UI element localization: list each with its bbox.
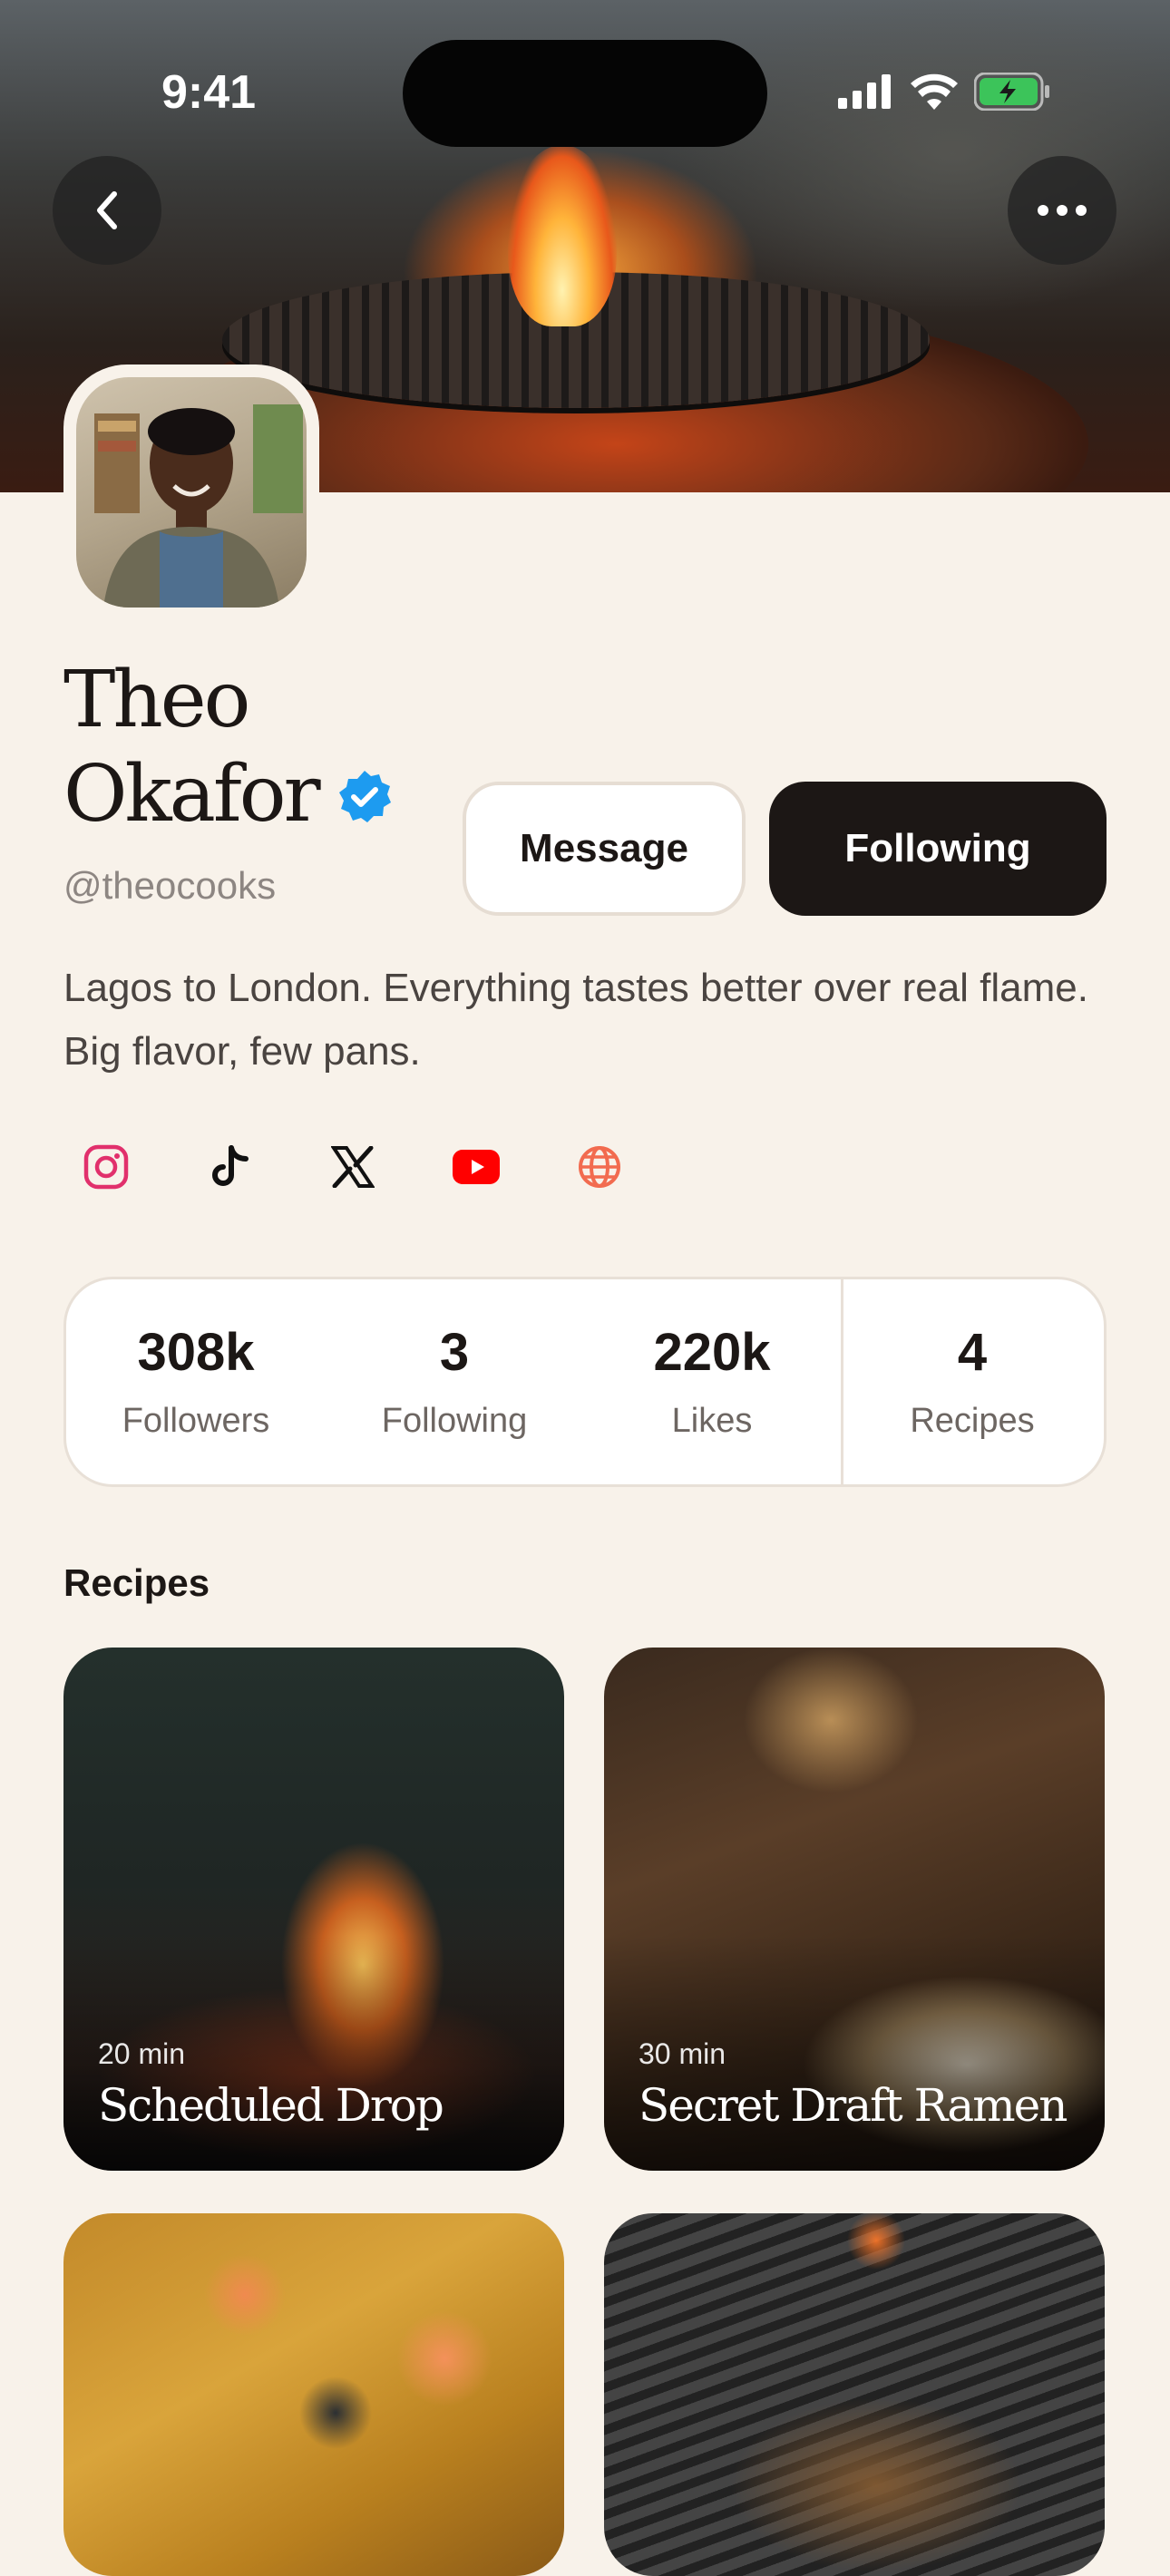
profile-name: Theo Okafor <box>63 653 426 841</box>
likes-count: 220k <box>653 1322 771 1382</box>
profile-handle: @theocooks <box>63 864 277 907</box>
following-count: 3 <box>439 1322 470 1382</box>
x-icon[interactable] <box>328 1142 377 1191</box>
recipe-card[interactable] <box>63 2213 564 2576</box>
avatar <box>63 365 319 620</box>
stat-recipes[interactable]: 4 Recipes <box>843 1279 1101 1484</box>
followers-count: 308k <box>137 1322 255 1382</box>
following-label: Following <box>381 1401 528 1440</box>
recipe-title: Secret Draft Ramen <box>639 2079 1068 2132</box>
profile-stats: 308k Followers 3 Following 220k Likes 4 … <box>63 1277 1107 1487</box>
status-icons <box>838 71 1050 112</box>
globe-icon[interactable] <box>575 1142 624 1191</box>
recipes-count: 4 <box>957 1322 988 1382</box>
stat-likes: 220k Likes <box>583 1279 841 1484</box>
stat-followers[interactable]: 308k Followers <box>66 1279 326 1484</box>
message-button[interactable]: Message <box>463 782 746 916</box>
dynamic-island <box>403 40 767 147</box>
chevron-left-icon <box>97 191 117 229</box>
followers-label: Followers <box>122 1401 270 1440</box>
more-button[interactable] <box>1008 156 1116 265</box>
back-button[interactable] <box>53 156 161 265</box>
verified-badge-icon <box>338 771 391 822</box>
likes-label: Likes <box>671 1401 753 1440</box>
tiktok-icon[interactable] <box>205 1142 254 1191</box>
status-time: 9:41 <box>161 66 257 119</box>
more-horizontal-icon <box>1038 205 1087 216</box>
recipe-time: 20 min <box>98 2037 186 2070</box>
recipe-card[interactable]: 20 min Scheduled Drop <box>63 1648 564 2171</box>
wifi-icon <box>911 73 958 110</box>
avatar-photo <box>94 404 303 608</box>
last-name: Okafor <box>63 749 321 840</box>
recipe-card[interactable]: 30 min Secret Draft Ramen <box>604 1648 1105 2171</box>
recipes-label: Recipes <box>910 1401 1035 1440</box>
recipe-title: Scheduled Drop <box>98 2079 444 2132</box>
stat-following[interactable]: 3 Following <box>326 1279 583 1484</box>
profile-bio: Lagos to London. Everything tastes bette… <box>63 966 1088 1074</box>
signal-icon <box>838 74 891 109</box>
recipes-section-title: Recipes <box>63 1561 210 1604</box>
recipe-card[interactable] <box>604 2213 1105 2576</box>
social-links <box>82 1142 624 1191</box>
first-name: Theo <box>63 655 250 745</box>
instagram-icon[interactable] <box>82 1142 131 1191</box>
youtube-icon[interactable] <box>452 1142 501 1191</box>
flame <box>508 145 617 326</box>
recipe-time: 30 min <box>639 2037 726 2070</box>
battery-icon <box>974 73 1049 111</box>
following-button[interactable]: Following <box>769 782 1107 916</box>
